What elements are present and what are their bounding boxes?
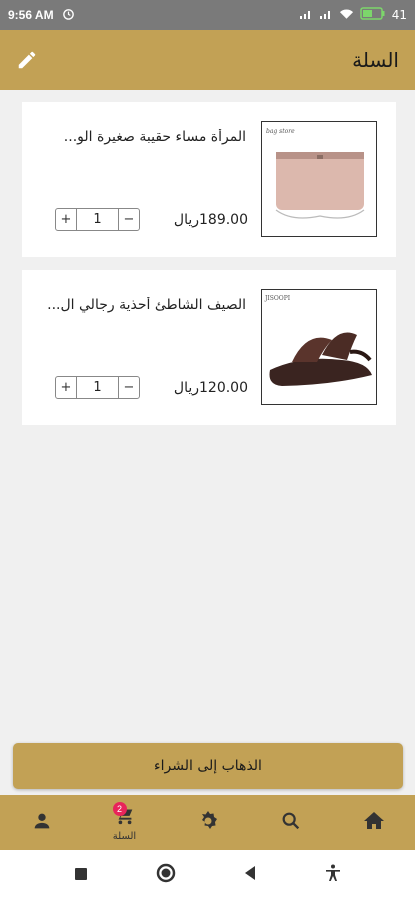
gear-icon: [196, 809, 220, 837]
search-icon: [280, 810, 302, 836]
product-price: 189.00ريال: [173, 212, 248, 228]
increment-button[interactable]: +: [56, 209, 76, 230]
home-circle-icon[interactable]: [156, 863, 176, 887]
quantity-value[interactable]: 1: [76, 209, 119, 230]
checkout-label: الذهاب إلى الشراء: [154, 758, 262, 774]
alarm-icon: [62, 7, 75, 23]
checkout-button[interactable]: الذهاب إلى الشراء: [13, 743, 403, 789]
increment-button[interactable]: +: [56, 377, 76, 398]
quantity-stepper: + 1 −: [55, 376, 140, 399]
home-icon: [362, 809, 386, 837]
back-icon[interactable]: [243, 865, 257, 885]
decrement-button[interactable]: −: [119, 209, 139, 230]
nav-cart-label: السلة: [112, 830, 137, 842]
accessibility-icon[interactable]: [325, 864, 341, 886]
quantity-stepper: + 1 −: [55, 208, 140, 231]
cart-item[interactable]: JISOOPI الصيف الشاطئ أحذية رجالي ال... 1…: [22, 270, 396, 425]
nav-settings[interactable]: [178, 795, 238, 850]
status-time: 9:56 AM: [8, 8, 54, 22]
quantity-value[interactable]: 1: [76, 377, 119, 398]
product-image-caption: JISOOPI: [264, 295, 291, 302]
recents-icon[interactable]: [74, 866, 88, 885]
edit-icon[interactable]: [16, 49, 38, 71]
product-name[interactable]: المرأة مساء حقيبة صغيرة الو...: [46, 129, 246, 145]
signal-icon: [299, 8, 313, 23]
decrement-button[interactable]: −: [119, 377, 139, 398]
product-price: 120.00ريال: [173, 380, 248, 396]
battery-level: 41: [391, 8, 407, 22]
app-bar: السلة: [0, 30, 415, 90]
bottom-nav: 2 السلة: [0, 795, 415, 850]
battery-icon: [359, 7, 386, 23]
system-nav-bar: [0, 850, 415, 900]
cart-list: bag store المرأة مساء حقيبة صغيرة الو...…: [22, 102, 396, 438]
signal-2-icon: [319, 8, 333, 23]
cart-badge: 2: [112, 802, 127, 816]
product-image-caption: bag store: [266, 128, 295, 135]
person-icon: [31, 810, 53, 836]
nav-home[interactable]: [344, 795, 404, 850]
product-name[interactable]: الصيف الشاطئ أحذية رجالي ال...: [46, 297, 246, 313]
cart-item[interactable]: bag store المرأة مساء حقيبة صغيرة الو...…: [22, 102, 396, 257]
status-bar: 9:56 AM 41: [0, 0, 415, 30]
product-image-sandal[interactable]: JISOOPI: [261, 289, 377, 405]
nav-profile[interactable]: [12, 795, 72, 850]
page-title: السلة: [352, 48, 399, 72]
nav-cart[interactable]: 2 السلة: [95, 795, 155, 850]
nav-search[interactable]: [261, 795, 321, 850]
wifi-icon: [339, 8, 354, 23]
product-image-bag[interactable]: bag store: [261, 121, 377, 237]
